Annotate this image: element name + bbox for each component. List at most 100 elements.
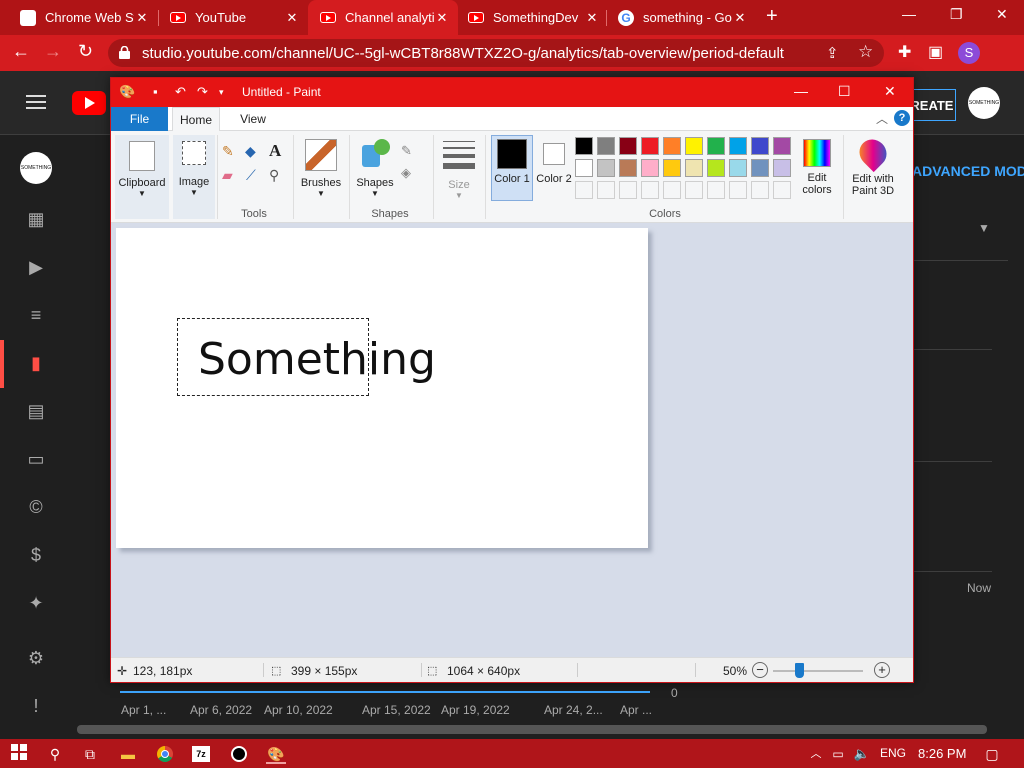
brushes-button[interactable]: Brushes ▼ bbox=[297, 135, 345, 219]
tab-somethingdev[interactable]: SomethingDev ✕ bbox=[458, 0, 608, 35]
tab-youtube[interactable]: YouTube ✕ bbox=[150, 0, 308, 35]
text-tool-icon[interactable]: A bbox=[269, 141, 281, 161]
palette-swatch[interactable] bbox=[685, 137, 703, 155]
windows-start-icon[interactable] bbox=[9, 744, 29, 764]
drawing-canvas[interactable]: Something bbox=[116, 228, 648, 548]
palette-custom-slot[interactable] bbox=[597, 181, 615, 199]
close-window-icon[interactable]: ✕ bbox=[996, 6, 1008, 23]
redo-icon[interactable]: ↷ bbox=[197, 84, 208, 100]
size-button[interactable]: Size ▼ bbox=[439, 135, 479, 219]
subtitles-icon[interactable]: ▭ bbox=[24, 447, 48, 471]
palette-swatch[interactable] bbox=[685, 159, 703, 177]
customize-quick-access-icon[interactable]: ▾ bbox=[219, 87, 224, 98]
zoom-slider-thumb[interactable] bbox=[795, 663, 804, 678]
close-icon[interactable]: ✕ bbox=[732, 10, 748, 26]
share-icon[interactable]: ⇪ bbox=[826, 44, 839, 62]
tab-view[interactable]: View bbox=[228, 107, 278, 131]
fill-icon[interactable]: ◈ bbox=[401, 165, 411, 181]
palette-swatch[interactable] bbox=[619, 159, 637, 177]
pencil-icon[interactable]: ✎ bbox=[222, 143, 234, 160]
sidebar-channel-avatar[interactable]: SOMETHING bbox=[20, 152, 52, 184]
palette-swatch[interactable] bbox=[773, 137, 791, 155]
restore-icon[interactable]: ❐ bbox=[950, 6, 963, 23]
feedback-icon[interactable]: ! bbox=[24, 694, 48, 718]
network-icon[interactable]: ▭ bbox=[828, 744, 848, 764]
copyright-icon[interactable]: © bbox=[24, 495, 48, 519]
palette-swatch[interactable] bbox=[575, 159, 593, 177]
search-icon[interactable]: ⚲ bbox=[45, 744, 65, 764]
palette-swatch[interactable] bbox=[707, 137, 725, 155]
close-icon[interactable]: ✕ bbox=[884, 83, 896, 100]
youtube-logo-icon[interactable] bbox=[72, 91, 106, 115]
input-language[interactable]: ENG bbox=[880, 746, 906, 760]
close-icon[interactable]: ✕ bbox=[584, 10, 600, 26]
color-picker-icon[interactable]: ⟋ bbox=[246, 167, 256, 184]
palette-swatch[interactable] bbox=[597, 137, 615, 155]
palette-swatch[interactable] bbox=[663, 159, 681, 177]
tab-chrome-web-store[interactable]: Chrome Web Store ✕ bbox=[0, 0, 158, 35]
task-view-icon[interactable]: ⧉ bbox=[80, 744, 100, 764]
color2-button[interactable]: Color 2 bbox=[535, 135, 573, 201]
palette-custom-slot[interactable] bbox=[641, 181, 659, 199]
paint-app-icon[interactable]: 🎨 bbox=[119, 84, 135, 100]
edit-with-paint3d-button[interactable]: Edit with Paint 3D bbox=[847, 133, 899, 205]
advanced-mode-link[interactable]: ADVANCED MODE bbox=[912, 163, 1024, 179]
system-clock[interactable]: 8:26 PM bbox=[918, 746, 966, 761]
palette-custom-slot[interactable] bbox=[751, 181, 769, 199]
forward-arrow-icon[interactable]: → bbox=[44, 41, 62, 62]
eraser-icon[interactable]: ▰ bbox=[222, 167, 233, 184]
new-tab-button[interactable]: + bbox=[766, 5, 778, 28]
maximize-icon[interactable]: ☐ bbox=[838, 83, 851, 100]
palette-swatch[interactable] bbox=[707, 159, 725, 177]
reload-icon[interactable]: ↻ bbox=[78, 41, 93, 62]
zoom-out-icon[interactable]: − bbox=[752, 662, 768, 678]
dashboard-icon[interactable]: ▦ bbox=[24, 207, 48, 231]
edit-colors-button[interactable]: Edit colors bbox=[797, 135, 837, 205]
palette-custom-slot[interactable] bbox=[773, 181, 791, 199]
notifications-icon[interactable]: ▢ bbox=[982, 744, 1002, 764]
channel-avatar[interactable]: SOMETHING bbox=[968, 87, 1000, 119]
hamburger-menu-icon[interactable] bbox=[26, 95, 46, 109]
palette-custom-slot[interactable] bbox=[685, 181, 703, 199]
tab-home[interactable]: Home bbox=[172, 107, 220, 131]
palette-custom-slot[interactable] bbox=[729, 181, 747, 199]
palette-swatch[interactable] bbox=[751, 159, 769, 177]
palette-swatch[interactable] bbox=[773, 159, 791, 177]
monetization-icon[interactable]: $ bbox=[24, 543, 48, 567]
outline-icon[interactable]: ✎ bbox=[401, 143, 412, 159]
palette-swatch[interactable] bbox=[597, 159, 615, 177]
analytics-icon[interactable]: ▮ bbox=[24, 351, 48, 375]
chrome-icon[interactable] bbox=[155, 744, 175, 764]
show-hidden-icons-icon[interactable]: ︿ bbox=[806, 744, 826, 764]
settings-gear-icon[interactable]: ⚙ bbox=[24, 646, 48, 670]
minimize-icon[interactable]: — bbox=[794, 83, 808, 99]
back-arrow-icon[interactable]: ← bbox=[12, 41, 30, 62]
tab-channel-analytics[interactable]: Channel analytics ✕ bbox=[308, 0, 458, 35]
extensions-puzzle-icon[interactable]: ✚ bbox=[898, 42, 911, 62]
comments-icon[interactable]: ▤ bbox=[24, 399, 48, 423]
palette-swatch[interactable] bbox=[751, 137, 769, 155]
clipboard-button[interactable]: Clipboard ▼ bbox=[115, 135, 169, 219]
7zip-icon[interactable]: 7z bbox=[192, 746, 210, 762]
collapse-ribbon-icon[interactable]: ︿ bbox=[876, 110, 888, 127]
volume-icon[interactable]: 🔈 bbox=[852, 744, 872, 764]
obs-record-icon[interactable] bbox=[229, 744, 249, 764]
close-icon[interactable]: ✕ bbox=[284, 10, 300, 26]
undo-icon[interactable]: ↶ bbox=[175, 84, 186, 100]
bookmark-star-icon[interactable]: ☆ bbox=[858, 42, 873, 62]
selection-rectangle[interactable] bbox=[177, 318, 369, 396]
zoom-slider-track[interactable] bbox=[773, 670, 863, 672]
fill-bucket-icon[interactable]: ◆ bbox=[245, 143, 256, 160]
paint-taskbar-icon[interactable]: 🎨 bbox=[266, 744, 286, 764]
help-icon[interactable]: ? bbox=[894, 110, 910, 126]
palette-custom-slot[interactable] bbox=[619, 181, 637, 199]
close-icon[interactable]: ✕ bbox=[134, 10, 150, 26]
palette-swatch[interactable] bbox=[619, 137, 637, 155]
playlists-icon[interactable]: ≡ bbox=[24, 303, 48, 327]
paint-title-bar[interactable]: 🎨 ▪ ↶ ↷ ▾ Untitled - Paint — ☐ ✕ bbox=[111, 78, 913, 107]
palette-swatch[interactable] bbox=[729, 159, 747, 177]
palette-custom-slot[interactable] bbox=[575, 181, 593, 199]
tab-file[interactable]: File bbox=[111, 107, 168, 131]
file-explorer-icon[interactable]: ▬ bbox=[118, 744, 138, 764]
palette-swatch[interactable] bbox=[575, 137, 593, 155]
